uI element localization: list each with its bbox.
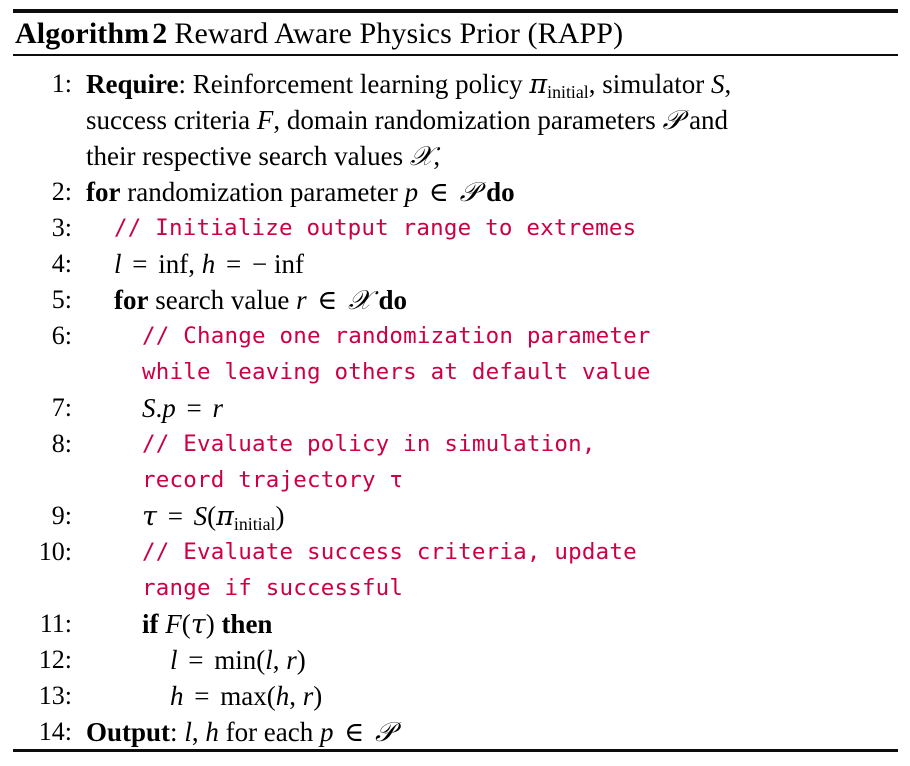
line-number: 6: [51, 321, 72, 350]
line-number: 5: [51, 285, 72, 314]
algorithm-line-continuation: range if successful [0, 570, 910, 606]
algorithm-title: Algorithm 2 Reward Aware Physics Prior (RA… [15, 15, 623, 53]
line-content-require-row2: success criteria F, domain randomization… [86, 105, 729, 136]
line-number: 10: [38, 537, 72, 566]
line-content-require-row3: their respective search values 𝒳, [86, 141, 441, 172]
line-content-comment-change-row1: // Change one randomization parameter [142, 323, 651, 349]
algorithm-line: 9: τ = S(πinitial) [0, 498, 910, 534]
algorithm-line: 2: for randomization parameter p ∈ 𝒫 do [0, 174, 910, 210]
line-content-update-low: l = min(l, r) [170, 645, 306, 675]
algorithm-line: 4: l = inf, h = − inf [0, 246, 910, 282]
line-content-for-search-value: for search value r ∈ 𝒳 do [114, 285, 407, 316]
line-number: 1: [51, 69, 72, 98]
line-number: 3: [51, 213, 72, 242]
algorithm-header-rule [13, 54, 898, 56]
line-content-comment-success-row2: range if successful [142, 575, 404, 601]
line-content-comment-success-row1: // Evaluate success criteria, update [142, 539, 637, 565]
line-content-comment-change-row2: while leaving others at default value [142, 359, 651, 385]
algorithm-title-caption: Reward Aware Physics Prior (RAPP) [174, 17, 624, 50]
line-number: 4: [51, 249, 72, 278]
algorithm-line: 7: S.p = r [0, 390, 910, 426]
algorithm-line: 6: // Change one randomization parameter [0, 318, 910, 354]
line-content-comment-evaluate-row1: // Evaluate policy in simulation, [142, 431, 596, 457]
line-content-output: Output: l, h for each p ∈ 𝒫 [86, 717, 395, 748]
line-content-assign-sp: S.p = r [142, 393, 223, 423]
algorithm-title-number: 2 [152, 17, 168, 50]
line-number: 2: [51, 177, 72, 206]
algorithm-float: Algorithm 2 Reward Aware Physics Prior (RA… [0, 0, 910, 766]
algorithm-title-keyword: Algorithm [15, 17, 150, 50]
algorithm-line: 1: Require: Reinforcement learning polic… [0, 66, 910, 102]
line-number: 13: [38, 681, 72, 710]
algorithm-line: 8: // Evaluate policy in simulation, [0, 426, 910, 462]
algorithm-bottom-rule [13, 749, 898, 752]
line-content-if-success: if F(τ) then [142, 609, 273, 640]
algorithm-line-continuation: their respective search values 𝒳, [0, 138, 910, 174]
algorithm-line: 13: h = max(h, r) [0, 678, 910, 714]
algorithm-line-continuation: success criteria F, domain randomization… [0, 102, 910, 138]
algorithm-line: 5: for search value r ∈ 𝒳 do [0, 282, 910, 318]
algorithm-line: 12: l = min(l, r) [0, 642, 910, 678]
line-content-comment-initialize: // Initialize output range to extremes [114, 215, 637, 241]
algorithm-line: 14: Output: l, h for each p ∈ 𝒫 [0, 714, 910, 750]
algorithm-line-continuation: record trajectory τ [0, 462, 910, 498]
line-content-init-bounds: l = inf, h = − inf [114, 249, 304, 279]
line-content-for-parameter: for randomization parameter p ∈ 𝒫 do [86, 177, 515, 208]
algorithm-body: 1: Require: Reinforcement learning polic… [0, 66, 910, 750]
algorithm-line: 11: if F(τ) then [0, 606, 910, 642]
line-content-comment-evaluate-row2: record trajectory τ [142, 467, 404, 493]
algorithm-line: 10: // Evaluate success criteria, update [0, 534, 910, 570]
line-number: 9: [51, 501, 72, 530]
algorithm-line: 3: // Initialize output range to extreme… [0, 210, 910, 246]
algorithm-top-rule [13, 9, 898, 13]
line-number: 14: [38, 717, 72, 746]
algorithm-line-continuation: while leaving others at default value [0, 354, 910, 390]
line-number: 12: [38, 645, 72, 674]
line-number: 7: [51, 393, 72, 422]
line-number: 8: [51, 429, 72, 458]
line-content-update-high: h = max(h, r) [170, 681, 323, 711]
line-number: 11: [39, 609, 72, 638]
